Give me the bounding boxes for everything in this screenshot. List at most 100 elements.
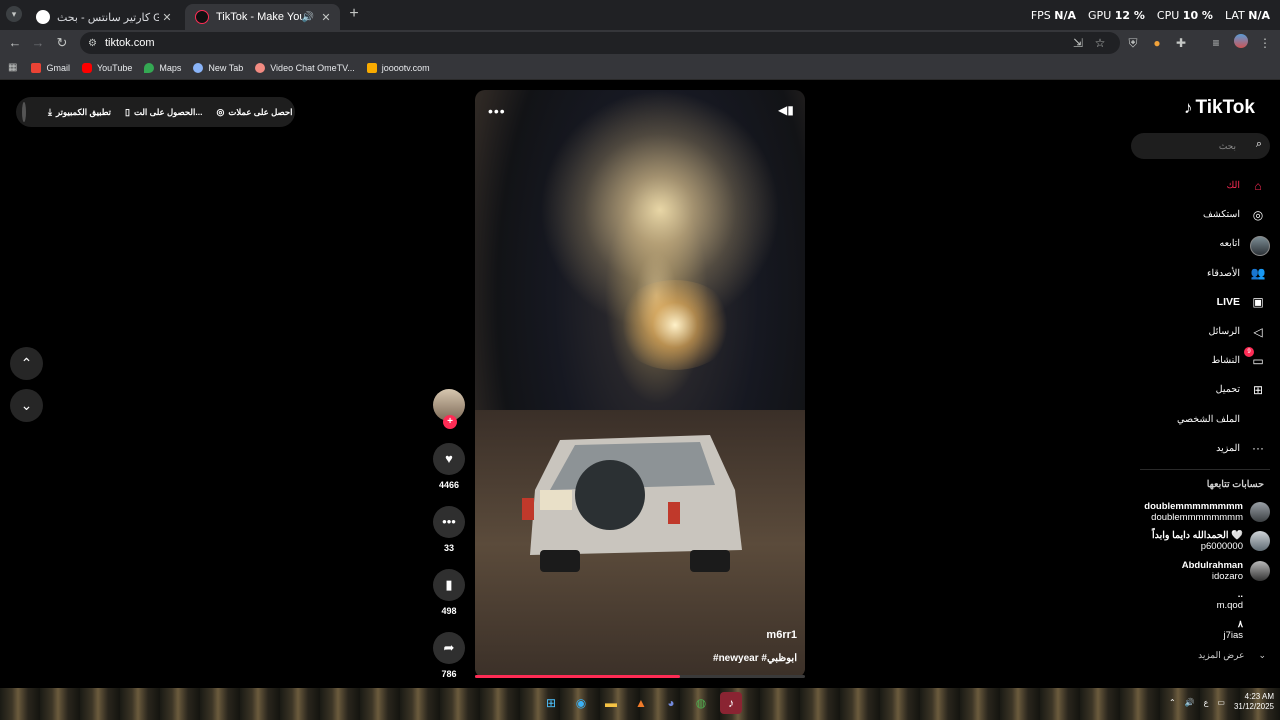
tab-tiktok[interactable]: TikTok - Make Your Day 🔊 ✕: [185, 4, 340, 30]
apps-grid-icon[interactable]: ▦: [8, 62, 17, 73]
sidebar-item-more[interactable]: المزيد ···: [1146, 434, 1266, 463]
bookmark-ometv[interactable]: Video Chat OmeTV...: [255, 62, 355, 73]
language-indicator[interactable]: ع: [1204, 698, 1209, 707]
search-icon[interactable]: ⌕: [1256, 138, 1262, 151]
account-avatar: [1250, 531, 1270, 552]
extensions-puzzle-icon[interactable]: ✚: [1172, 34, 1190, 52]
following-account[interactable]: ٨ j7ias: [1130, 615, 1270, 645]
bookmark-icon[interactable]: ▮: [433, 569, 465, 601]
speaker-icon[interactable]: 🔊: [302, 12, 314, 23]
windows-start-icon[interactable]: ⊞: [540, 692, 562, 714]
file-explorer-icon[interactable]: ▬: [600, 692, 622, 714]
car-image: [522, 435, 742, 572]
edge-icon[interactable]: ◉: [570, 692, 592, 714]
bookmark-gmail[interactable]: Gmail: [31, 62, 70, 73]
tab-title: TikTok - Make Your Day: [216, 11, 302, 23]
media-controls-icon[interactable]: ≡: [1207, 34, 1225, 52]
site-info-icon[interactable]: ⚙: [88, 38, 97, 49]
chevron-up-icon[interactable]: ⌃: [1169, 698, 1176, 707]
activity-icon: ▭ 9: [1244, 346, 1266, 369]
comment-action[interactable]: ••• 33: [431, 506, 467, 553]
install-app-icon[interactable]: ⇲: [1069, 34, 1087, 52]
tab-google-search[interactable]: كارتير سانتس - بحث Google ✕: [26, 4, 181, 30]
save-action[interactable]: ▮ 498: [431, 569, 467, 616]
following-account[interactable]: الحمدالله دايما وابداً 🤍 p6000000: [1130, 527, 1270, 557]
following-account[interactable]: doublemmmmmmmm doublemmmmmmmm: [1130, 497, 1270, 527]
bookmark-new-tab[interactable]: New Tab: [193, 62, 243, 73]
extension-icon[interactable]: ●: [1148, 34, 1166, 52]
new-tab-button[interactable]: +: [345, 5, 363, 23]
google-favicon: [36, 10, 50, 24]
follow-plus-icon[interactable]: +: [443, 415, 457, 429]
back-icon[interactable]: ←: [6, 34, 24, 52]
tab-search-icon[interactable]: ▾: [6, 6, 22, 22]
bookmarks-bar: ▦ Gmail YouTube Maps New Tab Video Chat …: [0, 56, 1280, 80]
video-player[interactable]: [475, 90, 805, 678]
heart-icon[interactable]: ♥: [433, 443, 465, 475]
account-avatar: [1250, 620, 1270, 640]
following-accounts-title: حسابات تتابعها: [1206, 479, 1264, 490]
tiktok-app-icon[interactable]: ♪: [720, 692, 742, 714]
next-video-button[interactable]: ⌄: [10, 389, 43, 422]
system-tray: ⌃ 🔊 ع ▭ 4:23 AM 31/12/2025: [1169, 692, 1274, 712]
reload-icon[interactable]: ↻: [53, 34, 71, 52]
get-app-link[interactable]: ▯ الحصول على الت...: [125, 107, 202, 118]
previous-video-button[interactable]: ⌃: [10, 347, 43, 380]
video-caption[interactable]: #newyear #ابوظبي: [713, 653, 797, 664]
volume-icon[interactable]: 🔊: [1185, 698, 1195, 707]
search-placeholder: بحث: [1218, 141, 1236, 151]
forward-icon[interactable]: →: [29, 34, 47, 52]
bookmark-youtube[interactable]: YouTube: [81, 62, 132, 73]
chrome-icon[interactable]: ◍: [690, 692, 712, 714]
live-icon: ▣: [1252, 295, 1264, 310]
profile-avatar[interactable]: [1232, 34, 1250, 52]
bookmark-jooootv[interactable]: jooootv.com: [366, 62, 430, 73]
following-account[interactable]: Abdulrahman idozaro: [1130, 556, 1270, 586]
clock[interactable]: 4:23 AM 31/12/2025: [1234, 692, 1274, 712]
video-progress-bar[interactable]: [475, 675, 805, 678]
taskbar-apps: ⊞ ◉ ▬ ▲ ◕ ◍ ♪: [540, 692, 742, 714]
share-icon[interactable]: ➦: [433, 632, 465, 664]
chevron-down-icon: ⌄: [1258, 650, 1266, 660]
maps-icon: [144, 62, 155, 73]
volume-icon[interactable]: ◀▮: [778, 103, 794, 117]
bookmark-maps[interactable]: Maps: [144, 62, 181, 73]
sidebar-item-home[interactable]: الك ⌂: [1146, 171, 1266, 200]
coin-icon: ◎: [216, 106, 225, 117]
sidebar-item-upload[interactable]: تحميل ⊞: [1146, 375, 1266, 404]
network-icon[interactable]: ▭: [1217, 698, 1225, 707]
following-account[interactable]: .. m.qod: [1130, 586, 1270, 616]
video-progress-fill: [475, 675, 680, 678]
sidebar-item-activity[interactable]: النشاط ▭ 9: [1146, 346, 1266, 375]
address-bar[interactable]: ⚙ tiktok.com: [80, 32, 1120, 54]
sidebar-item-live[interactable]: LIVE ▣: [1146, 288, 1266, 317]
sidebar-item-following[interactable]: اتابعه: [1146, 229, 1270, 258]
download-icon: ⤓: [48, 106, 52, 117]
following-avatar: [1250, 235, 1270, 256]
like-action[interactable]: ♥ 4466: [431, 443, 467, 490]
sidebar-item-explore[interactable]: استكشف ◎: [1146, 200, 1266, 229]
tiktok-logo[interactable]: ♪ TikTok: [1184, 97, 1255, 119]
shield-extension-icon[interactable]: ⛨: [1124, 34, 1142, 52]
app-icon[interactable]: ▲: [630, 692, 652, 714]
creator-avatar[interactable]: +: [433, 389, 465, 429]
more-options-icon[interactable]: •••: [488, 103, 506, 119]
discord-icon[interactable]: ◕: [660, 692, 682, 714]
sidebar-item-friends[interactable]: الأصدقاء 👥: [1146, 259, 1266, 288]
profile-icon: [1250, 411, 1266, 427]
get-coins-link[interactable]: ◎ احصل على عملات: [216, 107, 292, 118]
firework-burst: [615, 280, 735, 370]
search-input[interactable]: بحث ⌕: [1131, 133, 1270, 159]
see-more-button[interactable]: عرض المزيد ⌄: [1198, 650, 1266, 661]
close-tab-icon[interactable]: ✕: [318, 11, 334, 24]
tiktok-favicon: [195, 10, 209, 24]
browser-menu-icon[interactable]: ⋮: [1256, 34, 1274, 52]
sidebar-item-profile[interactable]: الملف الشخصي: [1146, 405, 1266, 434]
bookmark-star-icon[interactable]: ☆: [1091, 34, 1109, 52]
close-tab-icon[interactable]: ✕: [159, 11, 175, 24]
share-action[interactable]: ➦ 786: [431, 632, 467, 679]
comment-icon[interactable]: •••: [433, 506, 465, 538]
video-author[interactable]: m6rr1: [766, 629, 797, 641]
sidebar-item-messages[interactable]: الرسائل ◁: [1146, 317, 1266, 346]
desktop-app-link[interactable]: ⤓ تطبيق الكمبيوتر: [48, 107, 111, 118]
